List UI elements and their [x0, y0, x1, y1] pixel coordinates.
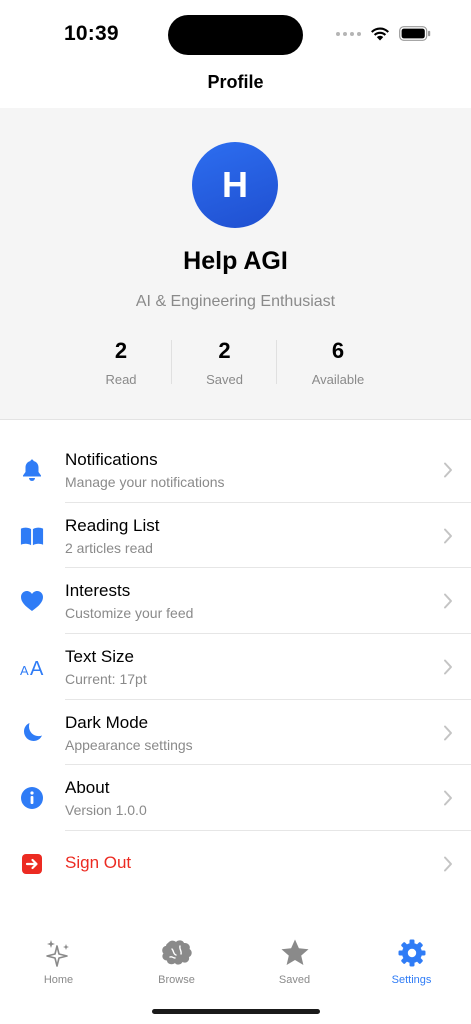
star-icon	[236, 938, 353, 968]
tab-saved[interactable]: Saved	[236, 938, 353, 986]
tab-label: Home	[43, 974, 74, 986]
sign-out-button[interactable]: Sign Out	[0, 831, 471, 897]
heart-icon	[20, 589, 44, 613]
stat-value: 6	[331, 338, 345, 363]
signal-dots-icon	[336, 31, 361, 36]
gear-icon	[353, 938, 470, 968]
stat-value: 2	[114, 338, 128, 363]
row-subtitle: Customize your feed	[65, 605, 194, 622]
settings-row-text-size[interactable]: A A Text Size Current: 17pt	[0, 634, 471, 700]
chevron-right-icon	[444, 790, 452, 806]
bell-icon	[20, 458, 44, 482]
row-title: Reading List	[65, 515, 160, 535]
settings-row-interests[interactable]: Interests Customize your feed	[0, 568, 471, 635]
row-title: Text Size	[65, 647, 134, 667]
settings-list: Notifications Manage your notifications …	[0, 437, 471, 897]
moon-icon	[20, 721, 44, 745]
settings-row-dark-mode[interactable]: Dark Mode Appearance settings	[0, 700, 471, 766]
tab-label: Browse	[158, 974, 195, 986]
row-title: Sign Out	[65, 853, 132, 873]
status-bar: 10:39	[0, 0, 471, 68]
tab-browse[interactable]: Browse	[118, 938, 235, 986]
brain-icon	[118, 938, 235, 968]
chevron-right-icon	[444, 725, 452, 741]
svg-text:A: A	[30, 658, 44, 678]
row-subtitle: Manage your notifications	[65, 474, 225, 490]
tab-settings[interactable]: Settings	[353, 938, 470, 986]
tab-label: Saved	[278, 974, 311, 986]
stat-label: Read	[105, 372, 137, 387]
sign-out-icon	[20, 852, 44, 876]
avatar: H	[192, 142, 278, 228]
row-title: Notifications	[65, 450, 158, 469]
battery-icon	[399, 26, 431, 41]
svg-text:A: A	[20, 663, 29, 678]
settings-row-notifications[interactable]: Notifications Manage your notifications	[0, 437, 471, 503]
status-icons	[336, 26, 431, 41]
stat-read: 2 Read	[70, 338, 172, 387]
home-indicator	[152, 1009, 320, 1014]
stat-value: 2	[218, 338, 231, 363]
stat-available: 6 Available	[277, 338, 399, 387]
row-subtitle: Version 1.0.0	[65, 802, 147, 819]
row-subtitle: Appearance settings	[65, 736, 193, 753]
row-subtitle: Current: 17pt	[65, 671, 147, 688]
tab-home[interactable]: Home	[0, 938, 117, 986]
stat-label: Available	[311, 372, 365, 387]
settings-row-reading-list[interactable]: Reading List 2 articles read	[0, 503, 471, 569]
row-title: Dark Mode	[65, 712, 149, 732]
chevron-right-icon	[444, 659, 452, 675]
profile-header: H Help AGI AI & Engineering Enthusiast 2…	[0, 108, 471, 420]
book-icon	[20, 524, 44, 548]
profile-name: Help AGI	[183, 247, 288, 275]
dynamic-island	[168, 15, 303, 55]
status-time: 10:39	[64, 22, 119, 45]
chevron-right-icon	[444, 593, 452, 609]
wifi-icon	[371, 27, 389, 41]
settings-row-about[interactable]: About Version 1.0.0	[0, 765, 471, 832]
page-title: Profile	[207, 72, 264, 92]
tab-bar: Home Browse Saved Settings	[0, 930, 471, 996]
stat-saved: 2 Saved	[172, 338, 277, 387]
chevron-right-icon	[444, 462, 452, 478]
chevron-right-icon	[444, 856, 452, 872]
sparkles-icon	[0, 938, 117, 968]
profile-subtitle: AI & Engineering Enthusiast	[135, 293, 336, 310]
row-subtitle: 2 articles read	[65, 539, 153, 556]
row-title: Interests	[65, 581, 131, 601]
text-size-icon: A A	[20, 655, 48, 679]
info-icon	[20, 786, 44, 810]
profile-stats: 2 Read 2 Saved 6 Available	[70, 338, 401, 387]
tab-label: Settings	[391, 974, 432, 986]
row-title: About	[65, 778, 110, 798]
chevron-right-icon	[444, 528, 452, 544]
stat-label: Saved	[206, 372, 243, 387]
